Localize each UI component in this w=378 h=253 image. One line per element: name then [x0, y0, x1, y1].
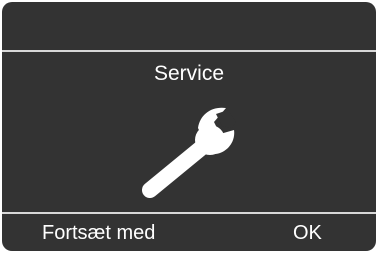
screen-title: Service [153, 62, 225, 85]
ok-softkey[interactable]: OK [293, 222, 322, 245]
continue-softkey[interactable]: Fortsæt med [42, 222, 155, 245]
status-bar [2, 2, 376, 50]
wrench-icon [142, 107, 236, 198]
display-screen: Service Fortsæt med OK [0, 0, 378, 253]
display-panel: Service Fortsæt med OK [2, 2, 376, 251]
top-divider [2, 50, 376, 52]
bottom-divider [2, 212, 376, 214]
